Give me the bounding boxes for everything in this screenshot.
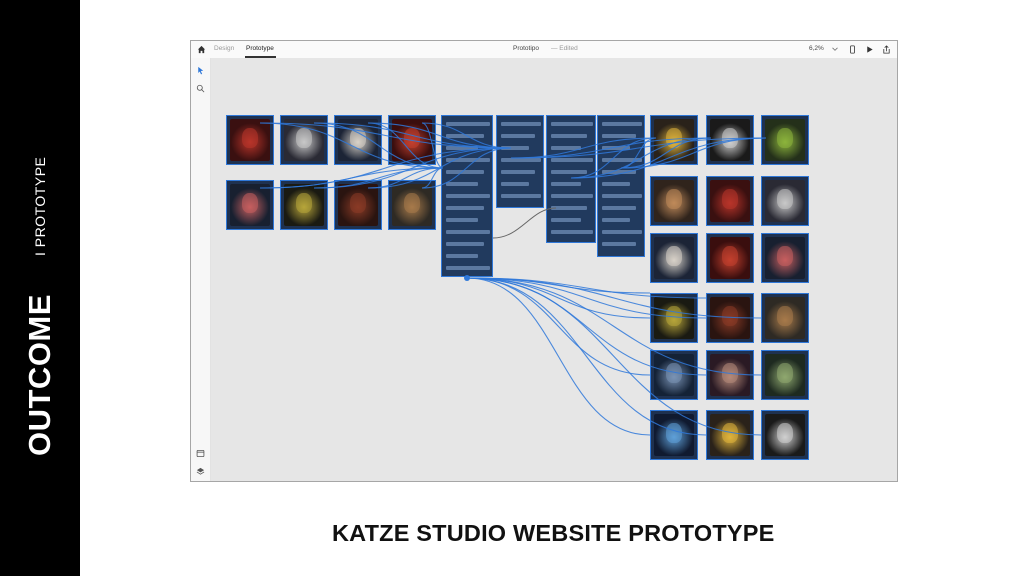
interaction-wire [466,277,707,376]
slide-caption: KATZE STUDIO WEBSITE PROTOTYPE [332,520,775,546]
zoom-level[interactable]: 6,2% [809,45,824,53]
document-title: Prototipo [513,45,540,52]
search-icon[interactable] [196,84,205,93]
select-arrow-icon[interactable] [196,66,205,75]
interaction-wire [421,122,444,169]
app-topbar: Design Prototype Prototipo — Edited 6,2% [191,41,897,59]
interaction-wire [570,137,712,179]
home-icon[interactable] [197,45,206,54]
share-icon[interactable] [882,45,891,54]
chevron-down-icon[interactable] [832,46,838,52]
tab-design[interactable]: Design [214,45,234,53]
interaction-wire-back [492,207,557,239]
interaction-wire [466,277,707,436]
assets-icon[interactable] [196,449,205,458]
play-icon[interactable] [865,45,874,54]
prototype-wires [259,122,767,436]
prototype-canvas[interactable] [211,58,897,481]
interaction-wire [313,122,444,169]
app-window: Design Prototype Prototipo — Edited 6,2% [190,40,898,482]
interaction-wire [259,147,512,189]
interaction-wire [466,277,651,436]
interaction-wire [466,277,762,436]
layers-icon[interactable] [196,467,205,476]
document-status: — Edited [551,45,578,52]
device-preview-icon[interactable] [848,45,857,54]
tab-prototype[interactable]: Prototype [246,45,274,53]
tool-rail [191,58,211,481]
interaction-wire [313,167,444,189]
side-subtitle: I PROTOTYPE [32,156,48,256]
